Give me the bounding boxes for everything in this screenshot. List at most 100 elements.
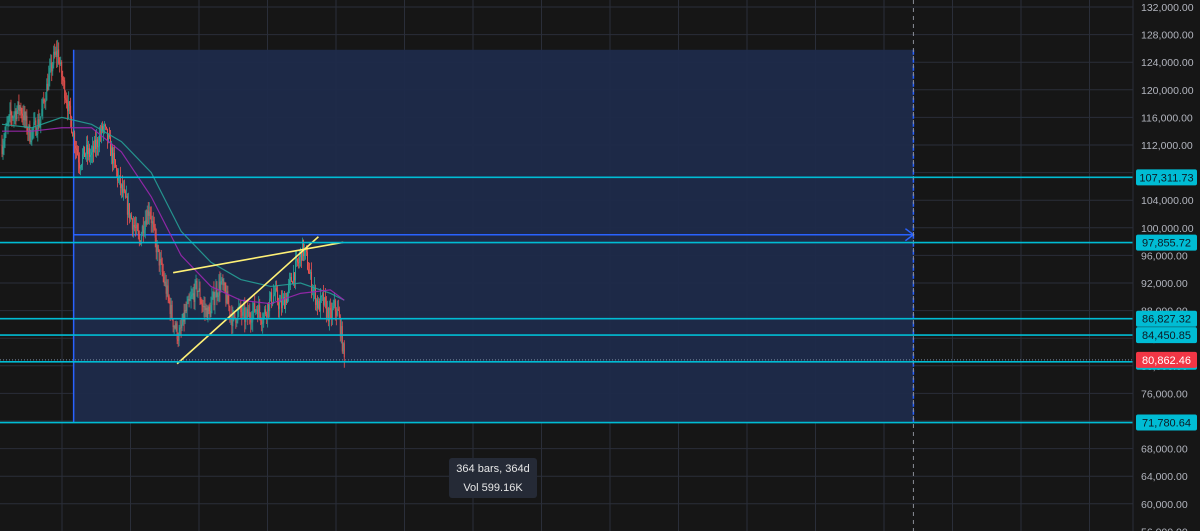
candle-up [60, 61, 62, 64]
candle-up [52, 64, 54, 72]
candle-down [44, 100, 46, 103]
candle-down [261, 320, 263, 324]
candle-down [276, 288, 278, 291]
candle-down [259, 305, 261, 314]
candle-up [143, 229, 145, 234]
price-tick-label: 132,000.00 [1141, 2, 1194, 14]
date-range-box[interactable] [73, 49, 914, 423]
candle-up [267, 303, 269, 318]
candle-down [278, 302, 280, 309]
candle-up [223, 282, 225, 286]
candle-up [82, 154, 84, 165]
candle-down [193, 293, 195, 302]
candle-down [113, 152, 115, 161]
candle-down [26, 115, 28, 131]
price-chart[interactable]: 132,000.00 128,000.00 124,000.00 120,000.00… [0, 0, 1200, 531]
candle-up [57, 49, 59, 57]
price-level-tag-label: 86,827.32 [1142, 314, 1191, 326]
candle-down [35, 120, 37, 136]
candle-down [163, 276, 165, 284]
candle-down [124, 191, 126, 198]
candle-down [137, 230, 139, 235]
candle-down [128, 203, 130, 219]
candle-up [135, 224, 137, 229]
candle-down [1, 145, 3, 154]
price-level-tag-label: 107,311.73 [1139, 172, 1193, 184]
candle-up [91, 152, 92, 155]
candle-down [247, 309, 249, 317]
candle-down [307, 252, 308, 270]
candle-down [59, 63, 61, 65]
candle-up [34, 120, 36, 123]
candle-down [93, 146, 94, 152]
candle-up [86, 144, 88, 154]
candle-down [153, 224, 155, 228]
range-volume-label: Vol 599.16K [463, 482, 523, 494]
candle-up [232, 313, 234, 327]
price-axis[interactable]: 132,000.00 128,000.00 124,000.00 120,000.00… [1132, 0, 1200, 531]
candle-down [110, 136, 111, 156]
candle-down [339, 316, 341, 337]
candle-down [142, 226, 144, 234]
candle-down [329, 307, 331, 311]
price-tick-label: 120,000.00 [1141, 85, 1194, 97]
candle-up [83, 146, 85, 155]
range-info-tooltip: 364 bars, 364d Vol 599.16K [449, 458, 537, 498]
candle-up [275, 288, 277, 294]
candle-up [179, 327, 181, 334]
candle-up [212, 292, 214, 298]
candle-up [23, 111, 25, 121]
candle-up [248, 311, 250, 317]
candle-down [89, 148, 91, 157]
candle-down [343, 343, 345, 358]
candle-up [16, 109, 18, 120]
candle-down [268, 303, 270, 312]
candle-down [201, 303, 203, 307]
candle-up [13, 114, 15, 118]
candle-down [123, 189, 125, 192]
candle-down [56, 51, 58, 57]
candle-up [315, 299, 317, 305]
candle-down [84, 146, 86, 157]
candle-down [306, 250, 307, 253]
candle-up [112, 152, 114, 164]
candle-down [43, 99, 45, 101]
candle-down [78, 154, 80, 163]
price-level-tag-label: 97,855.72 [1142, 238, 1191, 250]
candle-up [296, 258, 297, 261]
candle-up [19, 106, 21, 111]
candle-up [280, 300, 282, 303]
candle-up [170, 305, 172, 314]
date-range-measure[interactable] [72, 0, 915, 531]
candle-down [172, 319, 174, 328]
candle-up [189, 299, 191, 301]
candle-up [336, 308, 338, 316]
candle-up [256, 309, 258, 311]
candle-up [288, 285, 290, 293]
candle-up [251, 321, 253, 323]
candle-up [37, 119, 39, 134]
candle-down [116, 170, 118, 181]
candle-down [165, 281, 167, 294]
candle-down [260, 313, 262, 321]
candle-up [111, 147, 112, 156]
candle-down [196, 280, 198, 292]
candle-up [42, 99, 44, 109]
candle-up [120, 184, 122, 189]
candle-up [53, 51, 55, 65]
candle-up [156, 245, 158, 253]
candle-down [318, 301, 320, 312]
candle-up [141, 226, 143, 236]
candle-up [151, 221, 153, 224]
candle-down [76, 148, 78, 150]
price-tick-label: 96,000.00 [1141, 250, 1188, 262]
candle-up [25, 115, 27, 121]
candle-up [243, 307, 245, 309]
candle-up [8, 115, 10, 122]
candle-up [148, 211, 150, 216]
candle-down [298, 262, 299, 264]
candle-down [158, 249, 160, 266]
candle-down [176, 323, 178, 340]
candle-down [227, 291, 229, 305]
price-level-tag-label: 71,780.64 [1142, 418, 1191, 430]
